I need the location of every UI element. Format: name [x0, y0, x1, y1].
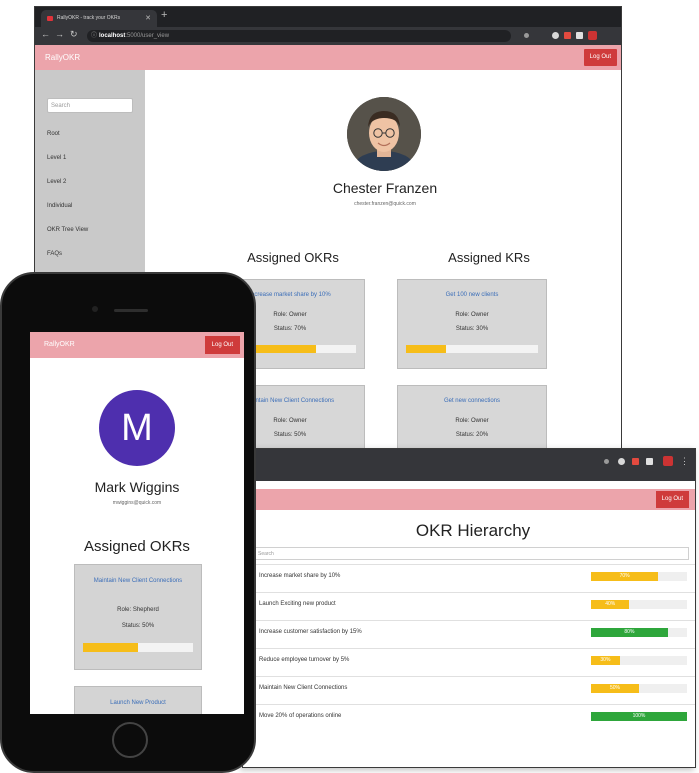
browser-toolbar: ← → ↻ ⓘ localhost:5000/user_view	[35, 27, 621, 45]
phone-device: RallyOKR Log Out M Mark Wiggins mwiggins…	[0, 272, 256, 773]
info-icon: ⓘ	[91, 33, 98, 39]
logout-button[interactable]: Log Out	[204, 336, 240, 354]
extension-icon[interactable]	[588, 31, 597, 40]
app-navbar: RallyOKR Log Out	[35, 45, 621, 70]
okr-progress-fill: 70%	[591, 572, 659, 581]
okr-card[interactable]: Maintain New Client Connections Role: Sh…	[74, 564, 202, 670]
okr-progress-fill	[83, 643, 138, 652]
home-button[interactable]	[112, 722, 148, 758]
back-icon[interactable]: ←	[41, 29, 50, 39]
okr-progress-bar: 30%	[591, 656, 687, 665]
okr-progress-fill: 100%	[591, 712, 687, 721]
hierarchy-row[interactable]: Increase market share by 10% 70%	[243, 564, 695, 593]
app-brand[interactable]: RallyOKR	[45, 45, 80, 70]
puzzle-icon[interactable]	[646, 458, 653, 465]
kr-card-status: Status: 20%	[455, 432, 489, 438]
okr-progress-bar: 100%	[591, 712, 687, 721]
logout-button[interactable]: Log Out	[583, 49, 617, 66]
kr-card-title[interactable]: Get new connections	[398, 398, 546, 404]
hierarchy-row[interactable]: Increase customer satisfaction by 15% 80…	[243, 620, 695, 649]
sidebar-item-okr-tree-view[interactable]: OKR Tree View	[47, 227, 88, 233]
close-tab-icon[interactable]: ✕	[145, 10, 151, 27]
okr-progress-bar: 40%	[591, 600, 687, 609]
profile-photo	[347, 97, 421, 171]
okr-card-title[interactable]: Launch New Product	[79, 699, 197, 707]
hierarchy-row[interactable]: Maintain New Client Connections 50%	[243, 676, 695, 705]
profile-name: Chester Franzen	[332, 180, 438, 196]
hierarchy-row[interactable]: Launch Exciting new product 40%	[243, 592, 695, 621]
kr-progress-bar	[406, 345, 538, 353]
new-tab-icon[interactable]: +	[161, 9, 167, 21]
sidebar-item-root[interactable]: Root	[47, 131, 60, 137]
extension-icon[interactable]	[552, 32, 559, 39]
browser-tab-bar: RallyOKR - track your OKRs ✕ +	[35, 7, 621, 27]
reload-icon[interactable]: ↻	[70, 29, 78, 40]
assigned-okrs-heading: Assigned OKRs	[84, 538, 190, 555]
browser-toolbar: ⋮	[243, 449, 695, 481]
extension-icon[interactable]	[632, 458, 639, 465]
profile-email: chester.franzen@quick.com	[354, 201, 416, 207]
kr-card-title[interactable]: Get 100 new clients	[398, 292, 546, 298]
profile-name: Mark Wiggins	[94, 479, 180, 495]
okr-label[interactable]: Maintain New Client Connections	[259, 685, 347, 691]
sidebar-item-level-1[interactable]: Level 1	[47, 155, 66, 161]
okr-label[interactable]: Move 20% of operations online	[259, 713, 341, 719]
url-host: localhost	[99, 33, 126, 39]
forward-icon[interactable]: →	[55, 29, 64, 39]
kr-card-status: Status: 30%	[455, 326, 489, 332]
address-bar[interactable]: ⓘ localhost:5000/user_view	[87, 30, 511, 42]
hierarchy-browser-window: ⋮ Log Out OKR Hierarchy Search Increase …	[242, 448, 696, 768]
okr-label[interactable]: Increase market share by 10%	[259, 573, 340, 579]
assigned-krs-heading: Assigned KRs	[448, 250, 530, 265]
favicon-icon	[47, 16, 53, 21]
app-navbar: Log Out	[243, 489, 695, 510]
sidebar-search-input[interactable]: Search	[47, 98, 133, 113]
okr-label[interactable]: Reduce employee turnover by 5%	[259, 657, 349, 663]
okr-label[interactable]: Launch Exciting new product	[259, 601, 336, 607]
browser-tab[interactable]: RallyOKR - track your OKRs ✕	[41, 10, 157, 27]
url-path: :5000/user_view	[125, 33, 170, 39]
avatar: M	[99, 390, 175, 466]
extension-icon[interactable]	[618, 458, 625, 465]
assigned-okrs-heading: Assigned OKRs	[247, 250, 339, 265]
okr-progress-fill: 30%	[591, 656, 620, 665]
app-brand[interactable]: RallyOKR	[44, 332, 75, 358]
kr-progress-fill	[406, 345, 446, 353]
hierarchy-row[interactable]: Move 20% of operations online 100%	[243, 704, 695, 733]
logout-button[interactable]: Log Out	[655, 491, 689, 508]
okr-card-role: Role: Shepherd	[117, 607, 159, 613]
kr-card[interactable]: Get 100 new clients Role: Owner Status: …	[397, 279, 547, 369]
sidebar-item-faqs[interactable]: FAQs	[47, 251, 62, 257]
extension-icon[interactable]	[564, 32, 571, 39]
okr-progress-bar: 70%	[591, 572, 687, 581]
phone-screen: RallyOKR Log Out M Mark Wiggins mwiggins…	[30, 332, 244, 714]
browser-tab-title: RallyOKR - track your OKRs	[57, 15, 121, 21]
phone-speaker	[114, 309, 148, 312]
sidebar-item-level-2[interactable]: Level 2	[47, 179, 66, 185]
okr-label[interactable]: Increase customer satisfaction by 15%	[259, 629, 362, 635]
front-camera	[92, 306, 98, 312]
menu-icon[interactable]: ⋮	[680, 456, 689, 467]
page-title: OKR Hierarchy	[415, 521, 531, 540]
okr-card-title[interactable]: Maintain New Client Connections	[79, 577, 197, 585]
profile-email: mwiggins@quick.com	[112, 500, 162, 506]
sidebar-item-individual[interactable]: Individual	[47, 203, 72, 209]
kr-card-role: Role: Owner	[455, 418, 489, 424]
extension-icon[interactable]	[663, 456, 673, 466]
app-navbar: RallyOKR Log Out	[30, 332, 244, 358]
kr-card-role: Role: Owner	[455, 312, 489, 318]
star-icon[interactable]	[524, 33, 529, 38]
okr-card[interactable]: Launch New Product	[74, 686, 202, 714]
okr-progress-bar: 80%	[591, 628, 687, 637]
okr-progress-fill: 40%	[591, 600, 630, 609]
okr-progress-fill: 80%	[591, 628, 668, 637]
okr-progress-bar: 50%	[591, 684, 687, 693]
puzzle-icon[interactable]	[576, 32, 583, 39]
okr-progress-fill: 50%	[591, 684, 639, 693]
okr-progress-bar	[83, 643, 193, 652]
hierarchy-row[interactable]: Reduce employee turnover by 5% 30%	[243, 648, 695, 677]
okr-card-status: Status: 50%	[121, 623, 155, 629]
star-icon[interactable]	[604, 459, 609, 464]
hierarchy-search-input[interactable]: Search	[243, 547, 689, 560]
